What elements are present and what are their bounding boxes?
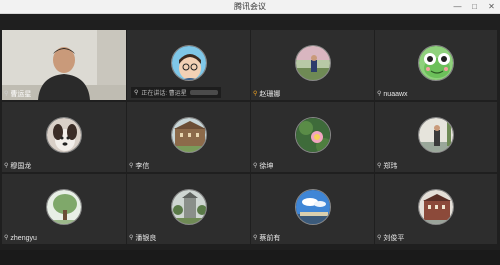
participant-tile[interactable]: ⚲ 正在讲话: 曹运星 <box>127 30 250 100</box>
participant-tile[interactable]: ⚲ 曹运星 <box>2 30 126 100</box>
participant-name-bar: ⚲ 潘银良 <box>129 234 156 243</box>
blurred-text <box>189 90 218 95</box>
avatar <box>46 117 82 153</box>
mic-muted-icon: ⚲ <box>4 163 9 169</box>
mic-muted-icon: ⚲ <box>377 163 382 169</box>
participant-name: 李信 <box>135 163 150 170</box>
mic-muted-icon: ⚲ <box>129 235 134 241</box>
participant-name: 曹运星 <box>10 91 32 98</box>
participant-name-bar: ⚲ nuaawx <box>377 90 408 99</box>
participant-tile[interactable]: ⚲ 李信 <box>127 102 250 172</box>
participant-name-bar: ⚲ 蔡前有 <box>253 234 280 243</box>
participant-name-bar: ⚲ 刘俊平 <box>377 234 404 243</box>
participant-tile[interactable]: ⚲ 刘俊平 <box>375 174 497 244</box>
window-title: 腾讯会议 <box>234 2 266 11</box>
participant-tile[interactable]: ⚲ 徐坤 <box>251 102 374 172</box>
avatar <box>294 117 331 153</box>
participant-tile[interactable]: ⚲ 蔡前有 <box>251 174 374 244</box>
avatar <box>170 45 207 81</box>
participant-name: 潘银良 <box>135 235 157 242</box>
avatar <box>170 117 207 153</box>
close-icon[interactable]: ✕ <box>487 2 496 11</box>
participant-tile[interactable]: ⚲ 赵珊娜 <box>251 30 374 100</box>
participant-name-bar: ⚲ 赵珊娜 <box>253 90 280 99</box>
avatar <box>418 189 454 225</box>
participant-name: zhengyu <box>10 235 37 242</box>
participant-tile[interactable]: ⚲ nuaawx <box>375 30 497 100</box>
participant-name-bar: ⚲ zhengyu <box>4 234 37 243</box>
participant-tile[interactable]: ⚲ 潘银良 <box>127 174 250 244</box>
participant-name: 蔡前有 <box>259 235 281 242</box>
participant-name-bar: ⚲ 曹运星 <box>4 90 31 99</box>
participant-name: 郑玮 <box>383 163 398 170</box>
participant-name-bar: ⚲ 李信 <box>129 162 149 171</box>
avatar <box>170 189 207 225</box>
participant-name: nuaawx <box>383 91 408 98</box>
participant-name-bar: ⚲ 徐坤 <box>253 162 273 171</box>
speaking-indicator: ⚲ 正在讲话: 曹运星 <box>131 87 221 98</box>
mic-muted-icon: ⚲ <box>4 91 9 97</box>
mic-muted-icon: ⚲ <box>134 90 139 96</box>
mic-muted-icon: ⚲ <box>4 235 9 241</box>
avatar <box>418 117 454 153</box>
participant-tile[interactable]: ⚲ 郑玮 <box>375 102 497 172</box>
participant-name-bar: ⚲ 郑玮 <box>377 162 397 171</box>
title-bar: 腾讯会议 — □ ✕ <box>0 0 500 14</box>
participant-name: 徐坤 <box>259 163 274 170</box>
mic-muted-icon: ⚲ <box>377 235 382 241</box>
avatar <box>294 189 331 225</box>
participant-tile[interactable]: ⚲ 穆国龙 <box>2 102 126 172</box>
maximize-icon[interactable]: □ <box>470 2 479 11</box>
mic-muted-icon: ⚲ <box>377 91 382 97</box>
participant-name: 刘俊平 <box>383 235 405 242</box>
avatar <box>46 189 82 225</box>
speaking-label: 正在讲话: 曹运星 <box>141 91 187 97</box>
mic-muted-icon: ⚲ <box>253 235 258 241</box>
meeting-window: 腾讯会议 — □ ✕ ⚲ 曹运星 ⚲ 正在讲话: 曹运星 ⚲ 赵珊娜 ⚲ nua… <box>0 0 500 265</box>
avatar <box>418 45 454 81</box>
participant-name: 穆国龙 <box>10 163 32 170</box>
avatar <box>294 45 331 81</box>
bottom-bar <box>0 250 500 265</box>
participant-name: 赵珊娜 <box>259 91 281 98</box>
participant-name-bar: ⚲ 穆国龙 <box>4 162 31 171</box>
minimize-icon[interactable]: — <box>453 2 462 11</box>
participant-grid: ⚲ 曹运星 ⚲ 正在讲话: 曹运星 ⚲ 赵珊娜 ⚲ nuaawx ⚲ 穆国龙 ⚲… <box>2 30 498 246</box>
mic-muted-icon: ⚲ <box>253 163 258 169</box>
mic-muted-icon: ⚲ <box>129 163 134 169</box>
mic-active-icon: ⚲ <box>253 91 258 97</box>
participant-tile[interactable]: ⚲ zhengyu <box>2 174 126 244</box>
